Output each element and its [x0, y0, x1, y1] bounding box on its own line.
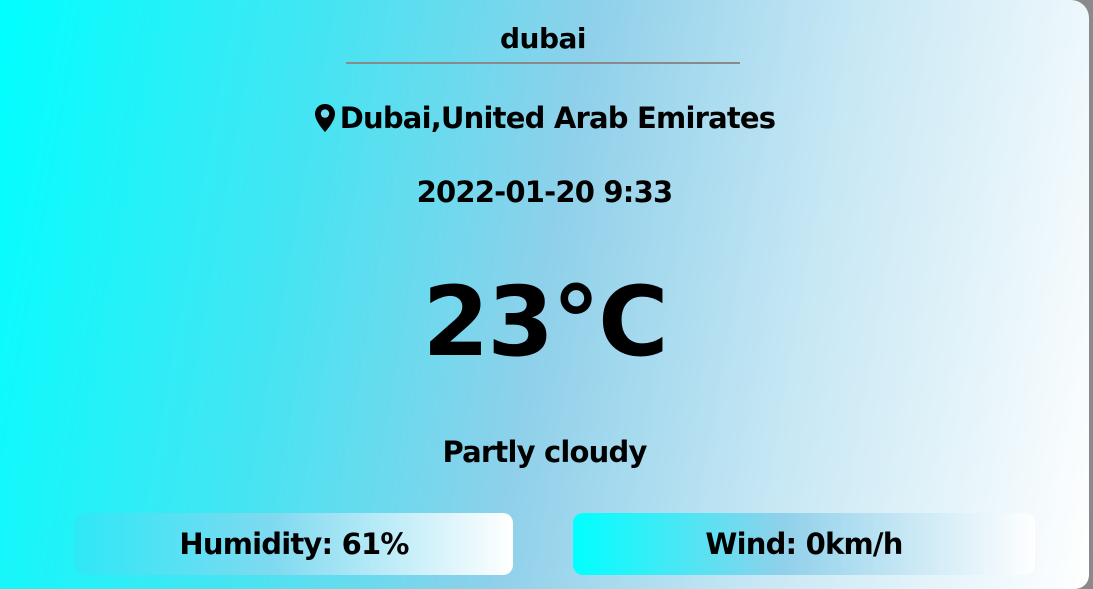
temperature-reading: 23°C — [422, 266, 668, 378]
map-pin-icon — [314, 103, 336, 143]
search-input[interactable] — [346, 18, 740, 58]
wind-stat: Wind: 0km/h — [573, 513, 1035, 575]
location-text: Dubai,United Arab Emirates — [339, 101, 776, 135]
datetime: 2022-01-20 9:33 — [416, 175, 674, 209]
wind-text: Wind: 0km/h — [705, 527, 903, 561]
location-line: Dubai,United Arab Emirates — [0, 98, 1089, 143]
search-field[interactable] — [346, 18, 740, 64]
humidity-text: Humidity: 61% — [179, 527, 409, 561]
weather-condition: Partly cloudy — [442, 435, 647, 469]
humidity-stat: Humidity: 61% — [75, 513, 513, 575]
weather-card: Dubai,United Arab Emirates 2022-01-20 9:… — [0, 0, 1089, 589]
